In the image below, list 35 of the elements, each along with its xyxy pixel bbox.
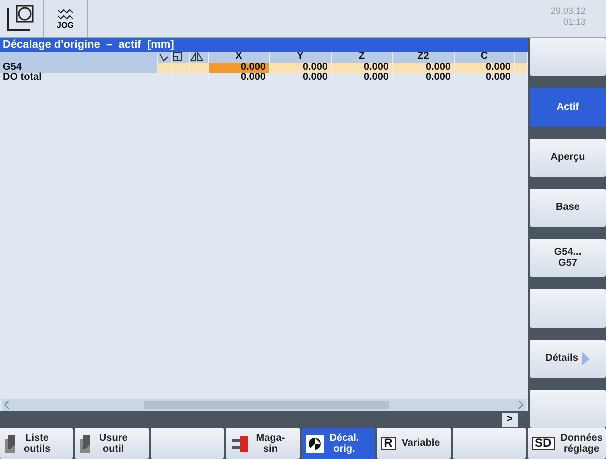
softkey[interactable] xyxy=(150,428,224,459)
value-cell[interactable]: 0.000 xyxy=(270,73,332,84)
target-icon xyxy=(306,434,324,452)
rotate-icon xyxy=(158,52,170,62)
softkey[interactable]: Base xyxy=(530,188,606,227)
softkey[interactable]: Usure outil xyxy=(75,428,149,459)
panel-title: Décalage d'origine – actif [mm] xyxy=(0,38,528,52)
value-cell[interactable]: 0.000 xyxy=(393,73,455,84)
more-button[interactable]: > xyxy=(502,412,518,426)
softkey[interactable] xyxy=(452,428,526,459)
scale-icon xyxy=(172,52,184,62)
softkey[interactable]: Détails xyxy=(530,340,606,378)
softkey[interactable]: G54... G57 xyxy=(530,239,606,278)
row-label: G54 xyxy=(0,63,158,74)
softkey[interactable]: Aperçu xyxy=(530,138,606,177)
date-text: 29.03.12 xyxy=(550,6,586,17)
softkey[interactable]: Décal. orig. xyxy=(302,428,376,459)
horizontal-scrollbar[interactable] xyxy=(2,399,526,411)
softkey[interactable] xyxy=(530,289,606,328)
softkey[interactable]: Actif xyxy=(530,88,606,126)
magazine-icon xyxy=(230,434,250,452)
value-cell[interactable]: 0.000 xyxy=(332,73,393,84)
wave-icon xyxy=(56,7,74,21)
softkey[interactable]: R Variable xyxy=(377,428,451,459)
mode-label: JOG xyxy=(57,21,74,30)
time-text: 01:13 xyxy=(562,17,586,28)
tool-icon xyxy=(4,432,18,454)
softkey[interactable] xyxy=(530,390,606,428)
softkey[interactable]: Maga- sin xyxy=(226,428,300,459)
softkey[interactable] xyxy=(530,38,606,76)
value-cell[interactable]: 0.000 xyxy=(455,73,515,84)
value-cell[interactable]: 0.000 xyxy=(209,73,270,84)
mirror-icon xyxy=(190,52,204,62)
row-label: DO total xyxy=(0,73,158,84)
softkey[interactable]: Liste outils xyxy=(0,428,74,459)
